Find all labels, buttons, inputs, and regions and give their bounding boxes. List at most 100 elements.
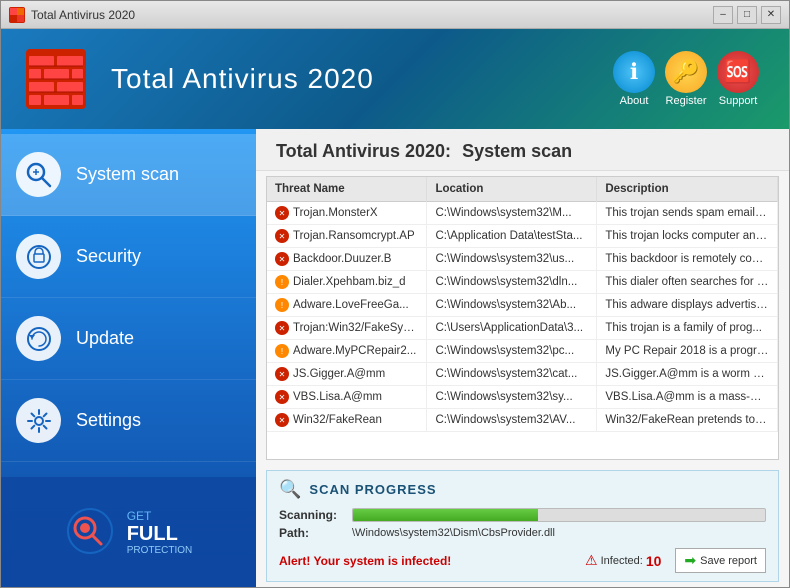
description-cell: This trojan sends spam email m... (597, 202, 778, 225)
threat-name-cell: ✕ Trojan.MonsterX (267, 202, 427, 225)
main-content: System scan Security (1, 129, 789, 587)
infected-count: 10 (646, 553, 662, 569)
threat-table: Threat Name Location Description ✕ Troja… (267, 177, 778, 432)
settings-icon (16, 398, 61, 443)
title-bar-buttons: – □ ✕ (713, 6, 781, 24)
location-cell: C:\Windows\system32\sy... (427, 386, 597, 409)
threat-name-cell: ✕ Trojan.Ransomcrypt.AP (267, 225, 427, 248)
table-row[interactable]: ! Adware.LoveFreeGa... C:\Windows\system… (267, 294, 778, 317)
scan-progress-title: 🔍 Scan Progress (279, 479, 766, 500)
right-panel: Total Antivirus 2020: System scan Threat… (256, 129, 789, 587)
sidebar-item-settings[interactable]: Settings (1, 380, 256, 462)
threat-name-cell: ! Adware.MyPCRepair2... (267, 340, 427, 363)
col-threat-name: Threat Name (267, 177, 427, 202)
scanning-row: Scanning: (279, 508, 766, 522)
register-icon: 🔑 (665, 51, 707, 93)
support-icon: 🆘 (717, 51, 759, 93)
alert-text: Alert! Your system is infected! (279, 554, 451, 568)
protection-text: PROTECTION (127, 545, 193, 556)
title-bar: Total Antivirus 2020 – □ ✕ (1, 1, 789, 29)
infected-label: ⚠ Infected: 10 (585, 552, 661, 569)
protection-badge[interactable]: GET FULL PROTECTION (127, 509, 193, 556)
scanning-label: Scanning: (279, 508, 344, 522)
threat-name-cell: ! Dialer.Xpehbam.biz_d (267, 271, 427, 294)
register-button[interactable]: 🔑 Register (665, 51, 707, 107)
description-cell: My PC Repair 2018 is a progra... (597, 340, 778, 363)
description-cell: VBS.Lisa.A@mm is a mass-mai... (597, 386, 778, 409)
scan-progress-title-text: Scan Progress (309, 482, 436, 497)
description-cell: This adware displays advertise... (597, 294, 778, 317)
get-text: GET (127, 509, 193, 523)
table-row[interactable]: ! Adware.MyPCRepair2... C:\Windows\syste… (267, 340, 778, 363)
title-bar-text: Total Antivirus 2020 (31, 8, 713, 22)
threat-name-cell: ✕ Trojan:Win32/FakeSys... (267, 317, 427, 340)
scan-fields: Scanning: Path: \Windows\system32\Dism\C… (279, 508, 766, 540)
description-cell: This dialer often searches for s... (597, 271, 778, 294)
col-location: Location (427, 177, 597, 202)
table-header-row: Threat Name Location Description (267, 177, 778, 202)
description-cell: This backdoor is remotely contr... (597, 248, 778, 271)
scan-progress-section: 🔍 Scan Progress Scanning: Path: \Windows… (266, 470, 779, 582)
col-description: Description (597, 177, 778, 202)
infected-section: ⚠ Infected: 10 ➡ Save report (585, 548, 766, 573)
panel-header: Total Antivirus 2020: System scan (256, 129, 789, 171)
location-cell: C:\Users\ApplicationData\3... (427, 317, 597, 340)
close-button[interactable]: ✕ (761, 6, 781, 24)
location-cell: C:\Windows\system32\cat... (427, 363, 597, 386)
panel-title: Total Antivirus 2020: System scan (276, 141, 769, 162)
sidebar-item-system-scan[interactable]: System scan (1, 134, 256, 216)
system-scan-label: System scan (76, 164, 179, 185)
update-label: Update (76, 328, 134, 349)
security-icon (16, 234, 61, 279)
table-row[interactable]: ✕ VBS.Lisa.A@mm C:\Windows\system32\sy..… (267, 386, 778, 409)
progress-bar (352, 508, 766, 522)
full-text: FULL (127, 523, 193, 545)
save-report-button[interactable]: ➡ Save report (675, 548, 766, 573)
sidebar: System scan Security (1, 129, 256, 587)
protection-icon (65, 506, 115, 559)
app-logo (21, 44, 91, 114)
scan-magnifier-icon: 🔍 (279, 479, 301, 500)
alert-infected-row: Alert! Your system is infected! ⚠ Infect… (279, 548, 766, 573)
table-row[interactable]: ! Dialer.Xpehbam.biz_d C:\Windows\system… (267, 271, 778, 294)
location-cell: C:\Windows\system32\us... (427, 248, 597, 271)
table-row[interactable]: ✕ Trojan.MonsterX C:\Windows\system32\M.… (267, 202, 778, 225)
location-cell: C:\Windows\system32\AV... (427, 409, 597, 432)
description-cell: Win32/FakeRean pretends to s... (597, 409, 778, 432)
app-title: Total Antivirus 2020 (111, 63, 613, 95)
sidebar-item-update[interactable]: Update (1, 298, 256, 380)
location-cell: C:\Application Data\testSta... (427, 225, 597, 248)
threat-name-cell: ✕ JS.Gigger.A@mm (267, 363, 427, 386)
app-header: Total Antivirus 2020 ℹ About 🔑 Register … (1, 29, 789, 129)
location-cell: C:\Windows\system32\pc... (427, 340, 597, 363)
table-row[interactable]: ✕ Backdoor.Duuzer.B C:\Windows\system32\… (267, 248, 778, 271)
table-row[interactable]: ✕ Win32/FakeRean C:\Windows\system32\AV.… (267, 409, 778, 432)
progress-bar-fill (353, 509, 538, 521)
location-cell: C:\Windows\system32\M... (427, 202, 597, 225)
table-row[interactable]: ✕ Trojan:Win32/FakeSys... C:\Users\Appli… (267, 317, 778, 340)
settings-label: Settings (76, 410, 141, 431)
app-icon (9, 7, 25, 23)
minimize-button[interactable]: – (713, 6, 733, 24)
about-button[interactable]: ℹ About (613, 51, 655, 107)
app-window: Total Antivirus 2020 – □ ✕ (0, 0, 790, 588)
location-cell: C:\Windows\system32\dln... (427, 271, 597, 294)
location-cell: C:\Windows\system32\Ab... (427, 294, 597, 317)
sidebar-bottom: GET FULL PROTECTION (1, 477, 256, 587)
sidebar-item-security[interactable]: Security (1, 216, 256, 298)
system-scan-icon (16, 152, 61, 197)
description-cell: This trojan is a family of prog... (597, 317, 778, 340)
description-cell: This trojan locks computer and ... (597, 225, 778, 248)
table-row[interactable]: ✕ Trojan.Ransomcrypt.AP C:\Application D… (267, 225, 778, 248)
path-row: Path: \Windows\system32\Dism\CbsProvider… (279, 526, 766, 540)
maximize-button[interactable]: □ (737, 6, 757, 24)
threat-name-cell: ✕ VBS.Lisa.A@mm (267, 386, 427, 409)
threat-name-cell: ✕ Win32/FakeRean (267, 409, 427, 432)
description-cell: JS.Gigger.A@mm is a worm wr... (597, 363, 778, 386)
about-icon: ℹ (613, 51, 655, 93)
threat-name-cell: ✕ Backdoor.Duuzer.B (267, 248, 427, 271)
threat-name-cell: ! Adware.LoveFreeGa... (267, 294, 427, 317)
support-button[interactable]: 🆘 Support (717, 51, 759, 107)
update-icon (16, 316, 61, 361)
table-row[interactable]: ✕ JS.Gigger.A@mm C:\Windows\system32\cat… (267, 363, 778, 386)
